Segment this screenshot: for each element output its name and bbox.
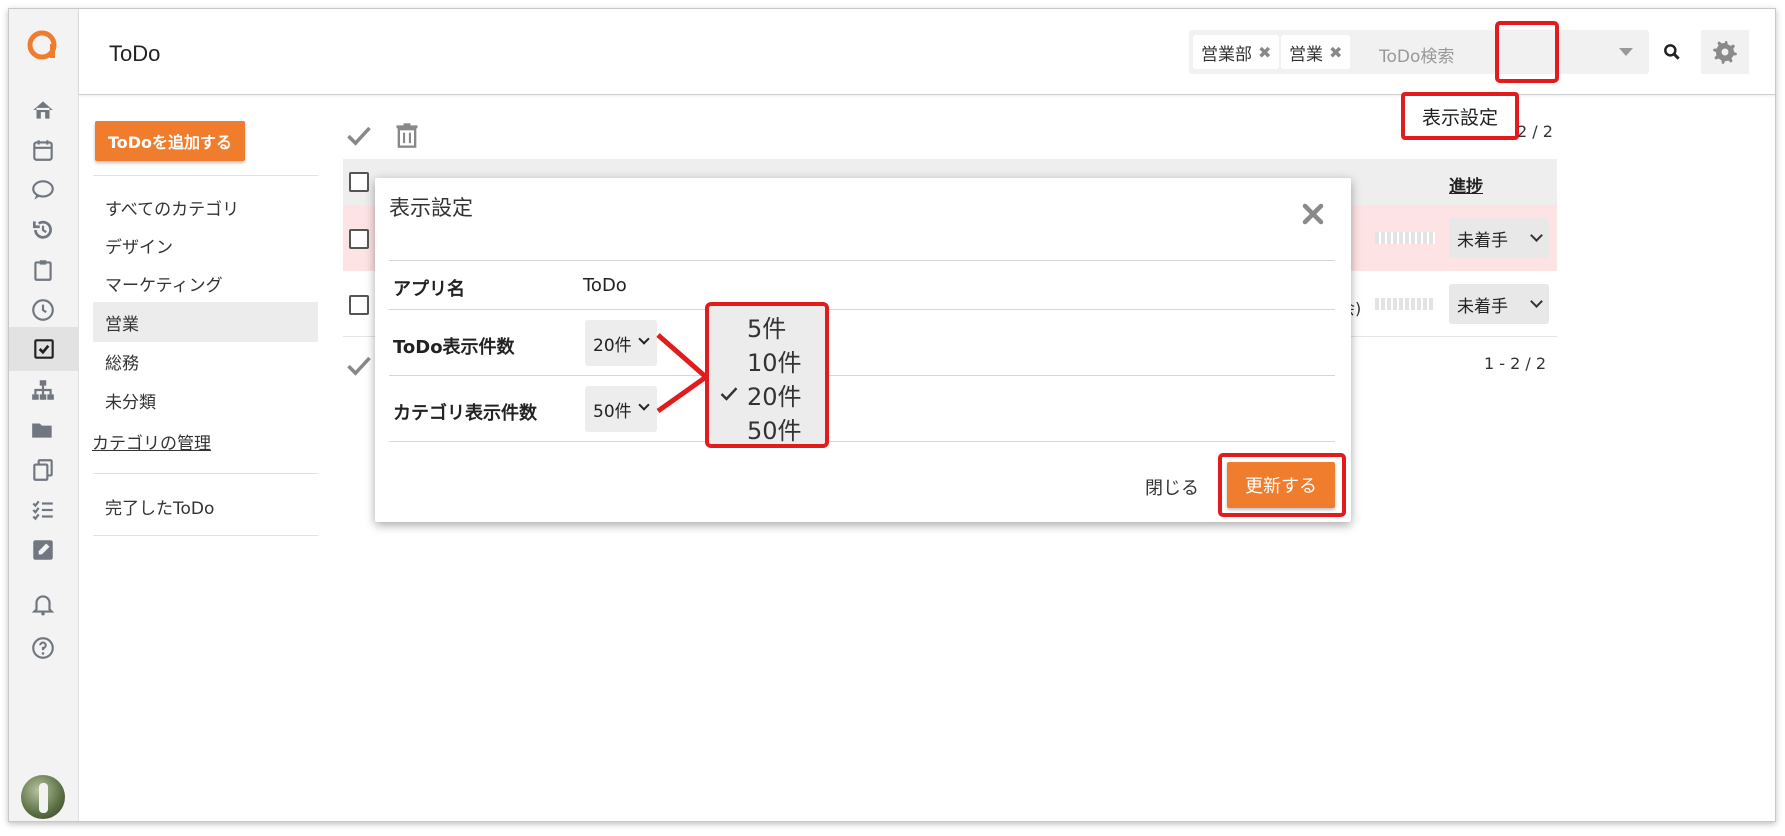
complete-check-icon[interactable]: [345, 121, 375, 151]
user-avatar[interactable]: [21, 775, 65, 819]
divider: [389, 260, 1335, 261]
page-header: ToDo 営業部 ✖ 営業 ✖ ToDo検索: [79, 9, 1775, 95]
remove-chip-icon[interactable]: ✖: [1258, 43, 1271, 62]
status-select[interactable]: 未着手: [1449, 284, 1549, 324]
progress-bar: [1375, 298, 1435, 310]
gear-highlight: [1495, 21, 1559, 83]
search-icon: [1664, 44, 1680, 60]
option-10[interactable]: 10件: [747, 343, 802, 378]
filter-chip-department[interactable]: 営業部 ✖: [1193, 35, 1280, 69]
category-all[interactable]: すべてのカテゴリ: [93, 187, 318, 227]
category-sidebar: ToDoを追加する すべてのカテゴリ デザイン マーケティング 営業 総務 未分…: [79, 95, 339, 821]
row-checkbox[interactable]: [349, 295, 369, 315]
help-icon[interactable]: [28, 633, 58, 663]
option-50[interactable]: 50件: [747, 411, 802, 446]
divider: [389, 309, 1335, 310]
remove-chip-icon[interactable]: ✖: [1329, 43, 1342, 62]
divider: [93, 175, 318, 176]
chevron-down-icon: [1530, 295, 1543, 308]
todo-count-select[interactable]: 20件: [585, 320, 657, 366]
chevron-down-icon: [638, 333, 650, 345]
search-bar[interactable]: 営業部 ✖ 営業 ✖ ToDo検索: [1189, 30, 1649, 74]
chevron-down-icon: [638, 399, 650, 411]
checklist-icon[interactable]: [28, 495, 58, 525]
page-title: ToDo: [109, 41, 161, 66]
app-name-label: アプリ名: [393, 279, 465, 300]
update-highlight: [1218, 453, 1346, 517]
clock-icon[interactable]: [28, 295, 58, 325]
filter-chip-category[interactable]: 営業 ✖: [1281, 35, 1351, 69]
manage-categories-link[interactable]: カテゴリの管理: [92, 429, 211, 454]
option-20[interactable]: 20件: [747, 377, 802, 412]
app-window: ToDo 営業部 ✖ 営業 ✖ ToDo検索 ToDoを追加する すべてのカテゴリ …: [8, 8, 1776, 822]
home-icon[interactable]: [28, 95, 58, 125]
search-button[interactable]: [1649, 30, 1695, 74]
select-all-checkbox[interactable]: [349, 172, 369, 192]
checkmark-icon: [719, 384, 738, 402]
complete-check-icon[interactable]: [345, 351, 375, 381]
completed-todo-link[interactable]: 完了したToDo: [105, 494, 214, 519]
todo-icon[interactable]: [9, 327, 79, 371]
category-count-label: カテゴリ表示件数: [393, 403, 537, 424]
calendar-icon[interactable]: [28, 135, 58, 165]
chevron-down-icon[interactable]: [1619, 48, 1633, 56]
close-icon[interactable]: [1301, 202, 1325, 226]
copy-icon[interactable]: [28, 455, 58, 485]
divider: [93, 535, 318, 536]
pager-bottom: 1 - 2 / 2: [1484, 354, 1547, 373]
trash-icon[interactable]: [393, 121, 423, 151]
category-count-select[interactable]: 50件: [585, 386, 657, 432]
category-general-affairs[interactable]: 総務: [93, 341, 318, 381]
status-select[interactable]: 未着手: [1449, 218, 1549, 258]
todo-count-label: ToDo表示件数: [393, 337, 515, 358]
org-chart-icon[interactable]: [28, 375, 58, 405]
progress-column-header[interactable]: 進捗: [1449, 172, 1483, 197]
category-marketing[interactable]: マーケティング: [93, 263, 318, 303]
chat-icon[interactable]: [28, 175, 58, 205]
progress-bar: [1375, 232, 1435, 244]
app-name-value: ToDo: [583, 275, 627, 296]
pager-top: 2 / 2: [1517, 122, 1553, 141]
option-5[interactable]: 5件: [747, 309, 786, 344]
category-sales[interactable]: 営業: [93, 302, 318, 342]
count-options-popup[interactable]: 5件 10件 20件 50件: [705, 302, 829, 448]
edit-icon[interactable]: [28, 535, 58, 565]
category-uncategorized[interactable]: 未分類: [93, 380, 318, 420]
clipboard-icon[interactable]: [28, 255, 58, 285]
gear-icon: [1713, 41, 1737, 64]
chevron-down-icon: [1530, 229, 1543, 242]
divider: [389, 375, 1335, 376]
divider: [389, 441, 1335, 442]
folder-icon[interactable]: [28, 415, 58, 445]
bell-icon[interactable]: [28, 589, 58, 619]
category-design[interactable]: デザイン: [93, 225, 318, 265]
history-icon[interactable]: [28, 215, 58, 245]
row-checkbox[interactable]: [349, 229, 369, 249]
settings-button[interactable]: [1701, 30, 1749, 74]
display-settings-callout[interactable]: 表示設定: [1401, 92, 1519, 140]
display-settings-dialog: 表示設定 アプリ名 ToDo ToDo表示件数 20件 カテゴリ表示件数 50件…: [375, 178, 1351, 522]
app-logo[interactable]: [26, 28, 60, 62]
divider: [93, 473, 318, 474]
search-input[interactable]: ToDo検索: [1379, 42, 1454, 67]
add-todo-button[interactable]: ToDoを追加する: [95, 121, 245, 161]
dialog-title: 表示設定: [389, 196, 473, 220]
app-rail: [9, 9, 79, 821]
close-button[interactable]: 閉じる: [1145, 474, 1199, 500]
